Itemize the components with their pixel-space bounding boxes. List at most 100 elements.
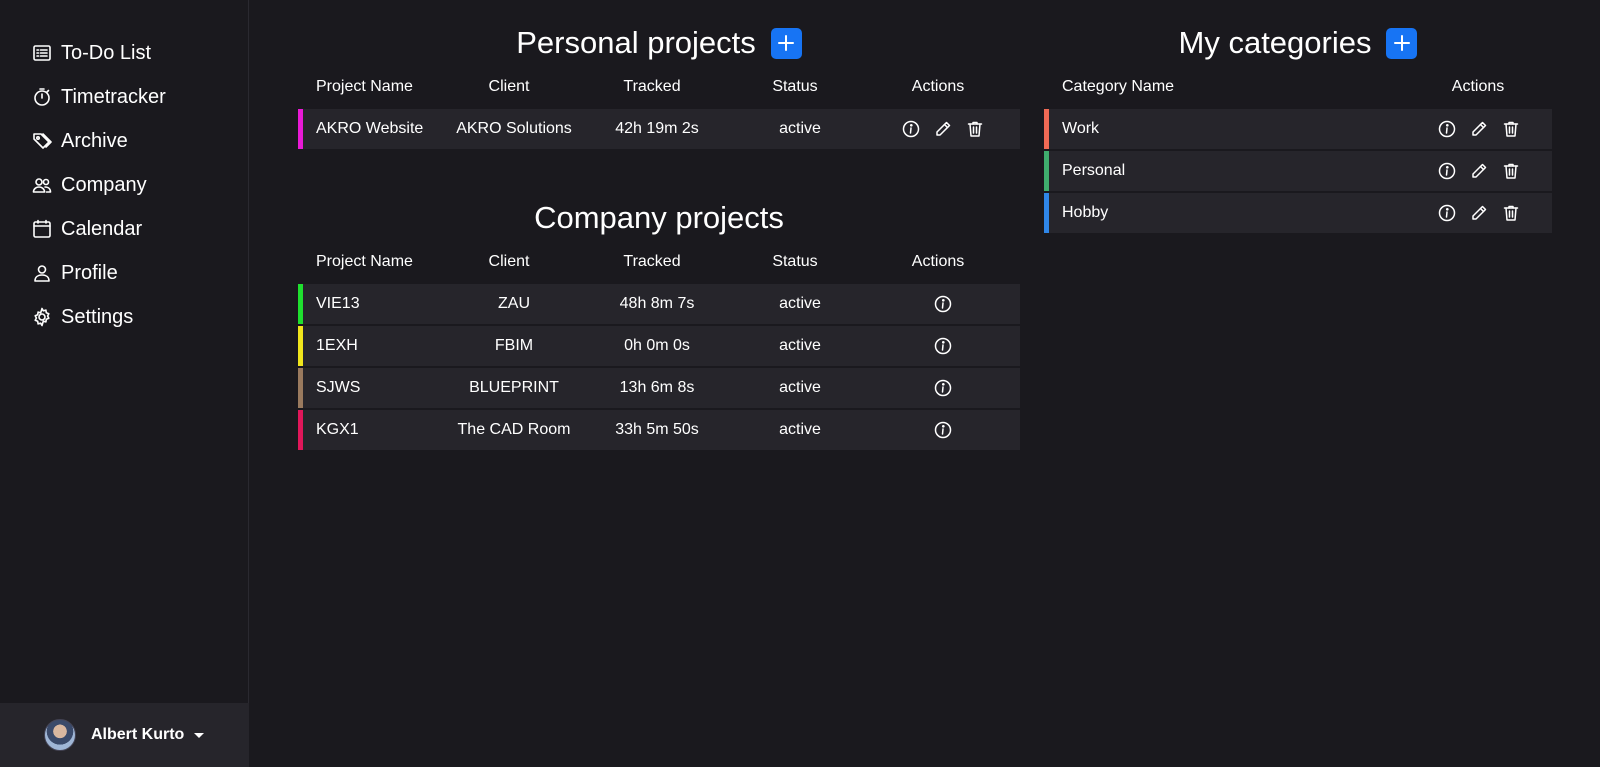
project-status: active <box>779 120 821 137</box>
sidebar-item-archive[interactable]: Archive <box>0 119 248 163</box>
info-icon[interactable] <box>1438 204 1456 222</box>
column-header-status: Status <box>772 253 818 270</box>
project-status: active <box>779 421 821 438</box>
column-header-category-name: Category Name <box>1062 78 1175 95</box>
company-projects-header: Company projects <box>298 196 1020 240</box>
person-icon <box>31 262 53 284</box>
project-client: FBIM <box>494 337 534 354</box>
trash-icon[interactable] <box>1502 204 1520 222</box>
project-tracked: 48h 8m 7s <box>619 295 695 312</box>
row-actions <box>875 120 1011 138</box>
people-icon <box>31 174 53 196</box>
stopwatch-icon <box>31 86 53 108</box>
row-actions <box>875 379 1011 397</box>
table-row[interactable]: 1EXH FBIM 0h 0m 0s active <box>298 326 1020 366</box>
project-name: KGX1 <box>316 421 359 438</box>
category-name: Work <box>1062 120 1100 137</box>
user-menu[interactable]: Albert Kurto <box>0 703 249 767</box>
info-icon[interactable] <box>934 421 952 439</box>
caret-down-icon <box>194 732 205 738</box>
row-actions <box>1406 204 1553 222</box>
table-row[interactable]: KGX1 The CAD Room 33h 5m 50s active <box>298 410 1020 450</box>
row-actions <box>875 421 1011 439</box>
trash-icon[interactable] <box>1502 162 1520 180</box>
company-projects-section: Company projects Project Name Client Tra… <box>298 196 1020 452</box>
personal-projects-title: Personal projects <box>516 25 756 60</box>
sidebar-item-label: Profile <box>61 261 118 284</box>
project-status: active <box>779 337 821 354</box>
project-tracked: 33h 5m 50s <box>615 421 699 438</box>
sidebar-item-todo-list[interactable]: To-Do List <box>0 31 248 75</box>
categories-header: My categories <box>1044 21 1552 65</box>
add-category-button[interactable] <box>1386 27 1418 59</box>
column-header-actions: Actions <box>1451 78 1505 95</box>
project-name: 1EXH <box>316 337 358 354</box>
company-projects-title: Company projects <box>534 200 784 235</box>
table-row[interactable]: SJWS BLUEPRINT 13h 6m 8s active <box>298 368 1020 408</box>
category-name: Hobby <box>1062 204 1109 221</box>
project-client: AKRO Solutions <box>456 120 572 137</box>
add-personal-project-button[interactable] <box>770 27 802 59</box>
edit-pencil-icon[interactable] <box>1470 120 1488 138</box>
sidebar-item-calendar[interactable]: Calendar <box>0 207 248 251</box>
list-icon <box>31 42 53 64</box>
project-name: SJWS <box>316 379 361 396</box>
table-header: Project Name Client Tracked Status Actio… <box>298 240 1020 284</box>
project-client: ZAU <box>498 295 530 312</box>
sidebar-item-profile[interactable]: Profile <box>0 251 248 295</box>
sidebar-item-timetracker[interactable]: Timetracker <box>0 75 248 119</box>
column-header-tracked: Tracked <box>623 78 681 95</box>
project-name: AKRO Website <box>316 120 424 137</box>
column-header-client: Client <box>488 253 530 270</box>
column-header-actions: Actions <box>911 78 965 95</box>
edit-pencil-icon[interactable] <box>1470 204 1488 222</box>
project-tracked: 42h 19m 2s <box>615 120 699 137</box>
info-icon[interactable] <box>902 120 920 138</box>
info-icon[interactable] <box>934 295 952 313</box>
user-name: Albert Kurto <box>91 726 185 743</box>
plus-icon <box>1393 35 1410 51</box>
sidebar-item-label: Timetracker <box>61 85 166 108</box>
row-actions <box>1406 120 1553 138</box>
column-header-actions: Actions <box>911 253 965 270</box>
row-actions <box>875 295 1011 313</box>
column-header-name: Project Name <box>316 253 413 270</box>
table-row[interactable]: VIE13 ZAU 48h 8m 7s active <box>298 284 1020 324</box>
edit-pencil-icon[interactable] <box>934 120 952 138</box>
sidebar-item-label: Archive <box>61 129 128 152</box>
edit-pencil-icon[interactable] <box>1470 162 1488 180</box>
trash-icon[interactable] <box>1502 120 1520 138</box>
info-icon[interactable] <box>934 379 952 397</box>
project-name: VIE13 <box>316 295 360 312</box>
column-header-tracked: Tracked <box>623 253 681 270</box>
row-actions <box>1406 162 1553 180</box>
table-row[interactable]: AKRO Website AKRO Solutions 42h 19m 2s a… <box>298 109 1020 149</box>
plus-icon <box>778 35 795 51</box>
project-tracked: 0h 0m 0s <box>624 337 690 354</box>
table-row[interactable]: Hobby <box>1044 193 1552 233</box>
project-tracked: 13h 6m 8s <box>619 379 695 396</box>
trash-icon[interactable] <box>966 120 984 138</box>
project-status: active <box>779 295 821 312</box>
sidebar-item-company[interactable]: Company <box>0 163 248 207</box>
info-icon[interactable] <box>1438 162 1456 180</box>
app-window: To-Do List Timetracker Archive Company C… <box>0 0 1600 767</box>
table-row[interactable]: Work <box>1044 109 1552 149</box>
sidebar-item-label: Settings <box>61 305 134 328</box>
info-icon[interactable] <box>1438 120 1456 138</box>
table-header: Category Name Actions <box>1044 65 1552 109</box>
info-icon[interactable] <box>934 337 952 355</box>
sidebar-item-settings[interactable]: Settings <box>0 295 248 339</box>
calendar-icon <box>31 218 53 240</box>
sidebar-item-label: Calendar <box>61 217 143 240</box>
categories-section: My categories Category Name Actions Work… <box>1044 21 1552 235</box>
avatar <box>44 719 76 751</box>
tags-icon <box>31 130 53 152</box>
column-header-client: Client <box>488 78 530 95</box>
table-row[interactable]: Personal <box>1044 151 1552 191</box>
column-header-name: Project Name <box>316 78 413 95</box>
table-header: Project Name Client Tracked Status Actio… <box>298 65 1020 109</box>
row-actions <box>875 337 1011 355</box>
sidebar-item-label: To-Do List <box>61 41 152 64</box>
sidebar-nav: To-Do List Timetracker Archive Company C… <box>0 0 248 339</box>
